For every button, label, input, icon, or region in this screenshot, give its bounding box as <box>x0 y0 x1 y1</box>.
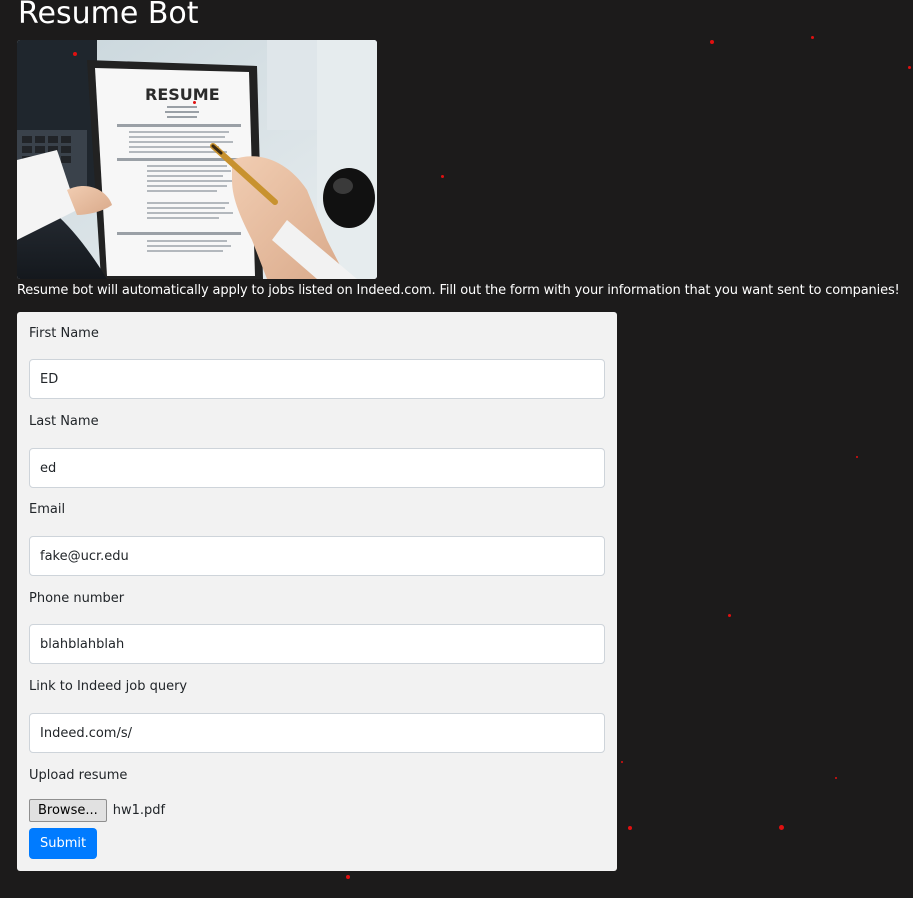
page: Resume Bot RESUME Resume bot will automa… <box>0 0 913 898</box>
decor-dot <box>835 777 837 779</box>
decor-dot <box>908 66 911 69</box>
last-name-input[interactable] <box>29 448 605 488</box>
decor-dot <box>779 825 784 830</box>
submit-button[interactable]: Submit <box>29 828 98 859</box>
decor-dot <box>856 456 858 458</box>
hero-image: RESUME <box>17 40 377 279</box>
decor-dot <box>346 875 350 879</box>
phone-input[interactable] <box>29 624 605 664</box>
resume-file-input: Browse... hw1.pdf <box>29 798 165 822</box>
job-link-input[interactable] <box>29 713 605 753</box>
decor-dot <box>728 614 731 617</box>
first-name-label: First Name <box>29 326 99 341</box>
first-name-input[interactable] <box>29 359 605 399</box>
decor-dot <box>441 175 444 178</box>
decor-dot <box>628 826 632 830</box>
hero-resume-heading: RESUME <box>145 85 220 104</box>
phone-label: Phone number <box>29 591 125 606</box>
decor-dot <box>73 52 77 56</box>
resume-form: First Name Last Name Email Phone number … <box>17 312 617 871</box>
browse-button[interactable]: Browse... <box>29 798 107 822</box>
job-link-label: Link to Indeed job query <box>29 679 188 694</box>
upload-resume-label: Upload resume <box>29 768 128 783</box>
email-input[interactable] <box>29 536 605 576</box>
email-label: Email <box>29 502 66 517</box>
last-name-label: Last Name <box>29 414 99 429</box>
decor-dot <box>193 101 196 104</box>
selected-file-name: hw1.pdf <box>112 802 166 818</box>
decor-dot <box>811 36 814 39</box>
page-title: Resume Bot <box>18 0 199 31</box>
decor-dot <box>621 761 623 763</box>
intro-text: Resume bot will automatically apply to j… <box>17 283 900 298</box>
decor-dot <box>710 40 714 44</box>
